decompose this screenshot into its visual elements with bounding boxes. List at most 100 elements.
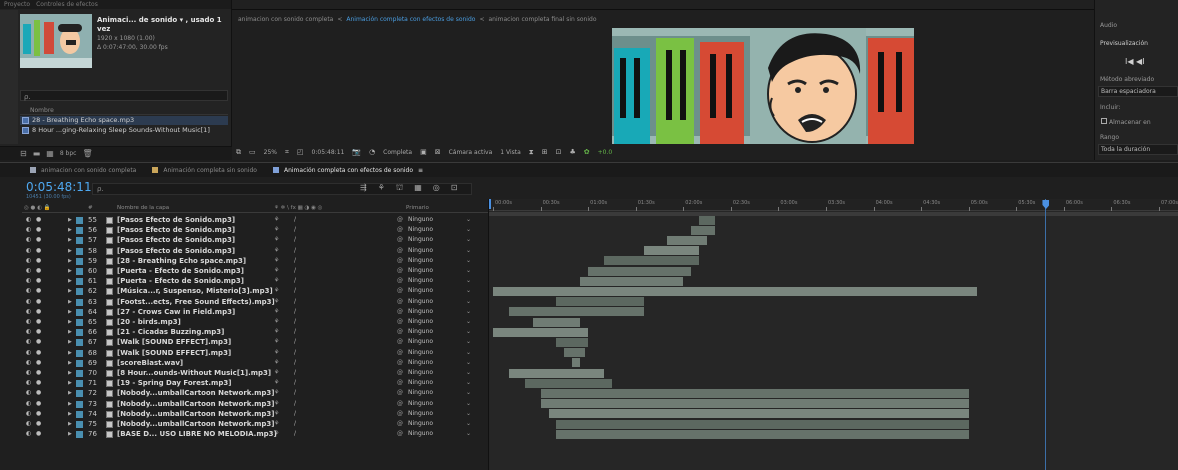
tab-menu-icon[interactable]: ≡ [418, 167, 423, 174]
time-ruler[interactable]: 00:00s 00:30s 01:00s 01:30s 02:00s 02:30s 03:0… [489, 199, 1178, 211]
transparency-grid-icon[interactable]: ⊠ [435, 148, 441, 156]
expand-arrow-icon[interactable]: ▶ [68, 297, 72, 307]
parent-select[interactable]: Ninguno [408, 399, 433, 409]
always-preview-icon[interactable]: ⧉ [236, 148, 241, 157]
expand-arrow-icon[interactable]: ▶ [68, 337, 72, 347]
layer-name[interactable]: [Pasos Efecto de Sonido.mp3] [117, 235, 235, 245]
expand-arrow-icon[interactable]: ▶ [68, 409, 72, 419]
solo-toggle-icon[interactable]: ● [36, 276, 41, 286]
audio-toggle-icon[interactable]: ◐ [26, 388, 31, 398]
pickwhip-icon[interactable]: @ [397, 337, 403, 347]
label-color-swatch[interactable] [76, 359, 83, 367]
audio-toggle-icon[interactable]: ◐ [26, 225, 31, 235]
quality-switch-icon[interactable]: / [294, 235, 296, 245]
fast-preview-icon[interactable]: ⧗ [529, 148, 534, 157]
label-color-swatch[interactable] [76, 339, 83, 347]
parent-select[interactable]: Ninguno [408, 266, 433, 276]
audio-toggle-icon[interactable]: ◐ [26, 256, 31, 266]
parent-select[interactable]: Ninguno [408, 225, 433, 235]
pickwhip-icon[interactable]: @ [397, 215, 403, 225]
layer-row[interactable]: ◐ ● ▶ 71 [19 - Spring Day Forest.mp3] ⚘ / @ Ning… [22, 378, 488, 388]
layer-name[interactable]: [Nobody...umballCartoon Network.mp3] [117, 388, 274, 398]
layer-row[interactable]: ◐ ● ▶ 59 [28 - Breathing Echo space.mp3] ⚘ / @ N… [22, 256, 488, 266]
parent-select[interactable]: Ninguno [408, 419, 433, 429]
preview-panel-label[interactable]: Previsualización [1100, 40, 1148, 47]
solo-toggle-icon[interactable]: ● [36, 297, 41, 307]
expand-arrow-icon[interactable]: ▶ [68, 307, 72, 317]
label-color-swatch[interactable] [76, 410, 83, 418]
label-color-swatch[interactable] [76, 400, 83, 408]
parent-select[interactable]: Ninguno [408, 388, 433, 398]
quality-switch-icon[interactable]: / [294, 368, 296, 378]
layer-name[interactable]: [8 Hour...ounds-Without Music[1].mp3] [117, 368, 271, 378]
audio-toggle-icon[interactable]: ◐ [26, 327, 31, 337]
shy-switch-icon[interactable]: ⚘ [274, 358, 279, 368]
layer-bar[interactable] [556, 337, 589, 347]
expand-arrow-icon[interactable]: ▶ [68, 225, 72, 235]
shy-switch-icon[interactable]: ⚘ [274, 368, 279, 378]
layer-bar[interactable] [667, 235, 708, 245]
chevron-down-icon[interactable]: ⌄ [466, 225, 471, 235]
pickwhip-icon[interactable]: @ [397, 429, 403, 439]
audio-toggle-icon[interactable]: ◐ [26, 358, 31, 368]
region-of-interest-icon[interactable]: ▣ [420, 148, 427, 156]
layer-row[interactable]: ◐ ● ▶ 65 [20 - birds.mp3] ⚘ / @ Ninguno ⌄ [22, 317, 488, 327]
layer-row[interactable]: ◐ ● ▶ 75 [Nobody...umballCartoon Network.mp3… [22, 419, 488, 429]
solo-toggle-icon[interactable]: ● [36, 378, 41, 388]
layer-name[interactable]: [BASE D... USO LIBRE NO MELODIA.mp3] [117, 429, 277, 439]
audio-toggle-icon[interactable]: ◐ [26, 307, 31, 317]
shy-switch-icon[interactable]: ⚘ [274, 286, 279, 296]
layer-row[interactable]: ◐ ● ▶ 74 [Nobody...umballCartoon Network.mp3… [22, 409, 488, 419]
shy-switch-icon[interactable]: ⚘ [274, 246, 279, 256]
layer-bar[interactable] [556, 419, 969, 429]
layer-bar[interactable] [643, 246, 700, 256]
quality-switch-icon[interactable]: / [294, 307, 296, 317]
expand-arrow-icon[interactable]: ▶ [68, 215, 72, 225]
quality-switch-icon[interactable]: / [294, 286, 296, 296]
pickwhip-icon[interactable]: @ [397, 246, 403, 256]
timeline-graph[interactable]: 00:00s 00:30s 01:00s 01:30s 02:00s 02:30s 03:0… [488, 199, 1178, 470]
label-color-swatch[interactable] [76, 268, 83, 275]
shy-switch-icon[interactable]: ⚘ [274, 266, 279, 276]
shortcut-select[interactable]: Barra espaciadora [1098, 86, 1178, 97]
views-select[interactable]: 1 Vista [500, 149, 521, 156]
label-color-swatch[interactable] [76, 298, 83, 306]
chevron-down-icon[interactable]: ⌄ [466, 235, 471, 245]
parent-select[interactable]: Ninguno [408, 276, 433, 286]
expand-arrow-icon[interactable]: ▶ [68, 368, 72, 378]
chevron-down-icon[interactable]: ⌄ [466, 307, 471, 317]
region-icon[interactable]: ▭ [249, 148, 256, 156]
pickwhip-icon[interactable]: @ [397, 409, 403, 419]
expand-arrow-icon[interactable]: ▶ [68, 388, 72, 398]
label-color-swatch[interactable] [76, 319, 83, 326]
shy-switch-icon[interactable]: ⚘ [274, 409, 279, 419]
layer-name[interactable]: [Pasos Efecto de Sonido.mp3] [117, 246, 235, 256]
timeline-tab-active[interactable]: Animación completa con efectos de sonido… [272, 167, 423, 174]
layer-name[interactable]: [Footst...ects, Free Sound Effects).mp3] [117, 297, 275, 307]
parent-select[interactable]: Ninguno [408, 348, 433, 358]
layer-row[interactable]: ◐ ● ▶ 76 [BASE D... USO LIBRE NO MELODIA.mp3… [22, 429, 488, 439]
parent-select[interactable]: Ninguno [408, 368, 433, 378]
comp-flowchart-icon[interactable]: ⇶ [360, 183, 367, 193]
quality-switch-icon[interactable]: / [294, 388, 296, 398]
layer-bar[interactable] [493, 327, 589, 337]
layer-bar[interactable] [699, 215, 715, 225]
shy-switch-icon[interactable]: ⚘ [274, 399, 279, 409]
parent-select[interactable]: Ninguno [408, 246, 433, 256]
label-color-swatch[interactable] [76, 227, 83, 235]
zoom-select[interactable]: 25% [264, 149, 277, 156]
parent-select[interactable]: Ninguno [408, 327, 433, 337]
label-color-swatch[interactable] [76, 390, 83, 398]
pickwhip-icon[interactable]: @ [397, 399, 403, 409]
pickwhip-icon[interactable]: @ [397, 286, 403, 296]
project-item[interactable]: 8 Hour ...ging-Relaxing Sleep Sounds-Wit… [20, 126, 228, 135]
audio-toggle-icon[interactable]: ◐ [26, 337, 31, 347]
shy-switch-icon[interactable]: ⚘ [274, 419, 279, 429]
current-time-display[interactable]: 0:05:48:11 [26, 180, 92, 194]
label-color-swatch[interactable] [76, 217, 83, 224]
expand-arrow-icon[interactable]: ▶ [68, 317, 72, 327]
layer-row[interactable]: ◐ ● ▶ 69 [scoreBlast.wav] ⚘ / @ Ninguno ⌄ [22, 358, 488, 368]
layer-name[interactable]: [Música...r, Suspenso, Misterio[3].mp3] [117, 286, 273, 296]
parent-select[interactable]: Ninguno [408, 307, 433, 317]
layer-row[interactable]: ◐ ● ▶ 70 [8 Hour...ounds-Without Music[1].mp… [22, 368, 488, 378]
